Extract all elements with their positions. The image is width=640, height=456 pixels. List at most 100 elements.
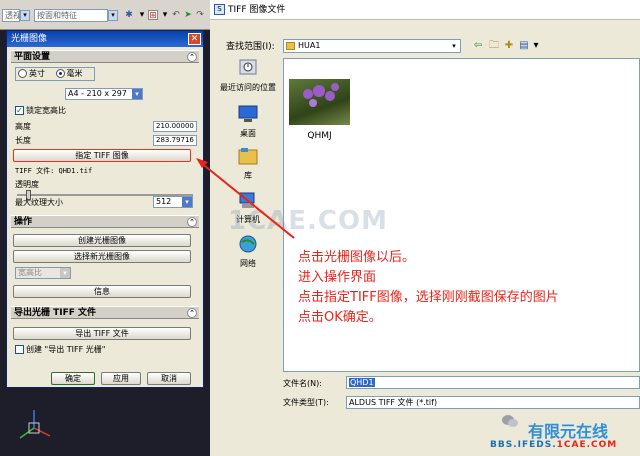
up-folder-icon[interactable]: 🗀 [488, 40, 500, 52]
new-folder-icon[interactable]: ✚ [503, 40, 515, 52]
annotation-line-1: 点击光栅图像以后。 [298, 250, 416, 265]
close-icon[interactable]: ✕ [188, 33, 201, 45]
place-library-label: 库 [244, 171, 252, 180]
annotation-line-2: 进入操作界面 [298, 270, 377, 285]
file-type-label: 文件类型(T): [283, 398, 329, 407]
place-desktop[interactable]: 桌面 [216, 104, 280, 139]
chevron-up-icon[interactable]: ⌃ [187, 217, 197, 227]
chevron-up-icon[interactable]: ⌃ [187, 52, 197, 62]
snap-icon[interactable]: ⊞ [148, 10, 158, 21]
height-field[interactable]: 210.00000 [153, 121, 197, 132]
cursor-icon[interactable]: ➤ [183, 10, 193, 20]
annotation-text: 点击光栅图像以后。 进入操作界面 点击指定TIFF图像，选择刚刚截图保存的图片 … [298, 248, 638, 328]
place-network-label: 网络 [240, 259, 256, 268]
max-texture-label: 最大纹理大小 [15, 198, 63, 207]
app-toolbar: 透视 ▾ 按面和特征 ▾ ✱ ▾ ⊞ ▾ ↶ ➤ ↷ [0, 0, 210, 30]
annotation-line-3: 点击指定TIFF图像，选择刚刚截图保存的图片 [298, 290, 559, 305]
create-export-label: 创建 "导出 TIFF 光栅" [26, 345, 106, 354]
apply-button[interactable]: 应用 [101, 372, 141, 385]
view-menu-icon[interactable]: ▤ [518, 40, 530, 52]
chevron-down-icon[interactable]: ▾ [108, 10, 118, 21]
select-new-raster-button[interactable]: 选择新光栅图像 [13, 250, 191, 263]
app-icon: S [214, 4, 225, 15]
place-recent-label: 最近访问的位置 [220, 83, 276, 92]
aspect-select: 宽高比 ▾ [15, 267, 71, 279]
file-name-value: QHD1 [349, 378, 375, 387]
paper-size-select[interactable]: A4 - 210 x 297 ▾ [65, 88, 143, 100]
radio-selected-icon [55, 69, 65, 78]
file-name-input[interactable]: QHD1 [346, 376, 640, 389]
section-ops[interactable]: 操作 ⌃ [11, 215, 199, 228]
tiff-file-label: TIFF 文件: QHD1.tif [15, 167, 93, 175]
recent-places-icon [239, 59, 257, 75]
chevron-down-icon[interactable]: ▾ [530, 40, 542, 52]
view-combo[interactable]: 透视 [2, 9, 20, 22]
redo-icon[interactable]: ↷ [195, 10, 205, 20]
chevron-up-icon[interactable]: ⌃ [187, 308, 197, 318]
unit-mm-label: 毫米 [66, 69, 83, 78]
place-recent[interactable]: 最近访问的位置 [216, 58, 280, 93]
raster-panel-title-text: 光栅图像 [11, 34, 48, 44]
section-ops-label: 操作 [14, 217, 33, 227]
logo-site: BBS.IFEDS.1CAE.COM [490, 440, 617, 450]
section-export-label: 导出光栅 TIFF 文件 [14, 308, 97, 318]
section-plane[interactable]: 平面设置 ⌃ [11, 50, 199, 63]
axis-triad-icon [19, 410, 51, 439]
raster-panel: 光栅图像 ✕ 平面设置 ⌃ 英寸 毫米 A4 - 210 x 297 ▾ ✓ 锁定… [6, 30, 204, 388]
place-library[interactable]: 库 [216, 146, 280, 181]
chevron-down-icon[interactable]: ▾ [132, 89, 142, 99]
export-tiff-button[interactable]: 导出 TIFF 文件 [13, 327, 191, 340]
desktop-icon [238, 105, 258, 122]
create-raster-button[interactable]: 创建光栅图像 [13, 234, 191, 247]
lock-ratio-checkbox[interactable]: ✓ 锁定宽高比 [15, 105, 66, 116]
file-item-name[interactable]: QHMJ [289, 131, 350, 141]
max-texture-select[interactable]: 512 ▾ [153, 196, 193, 208]
chevron-down-icon[interactable]: ▾ [160, 10, 170, 20]
site-logo: 有限元在线 BBS.IFEDS.1CAE.COM [490, 418, 638, 454]
annotation-line-4: 点击OK确定。 [298, 310, 382, 325]
lock-ratio-label: 锁定宽高比 [26, 106, 66, 115]
unit-inch-label: 英寸 [29, 69, 45, 78]
radio-icon [18, 69, 27, 78]
dialog-title-text: TIFF 图像文件 [228, 5, 286, 15]
chevron-down-icon[interactable]: ▾ [182, 197, 192, 207]
dialog-title: S TIFF 图像文件 [210, 0, 640, 20]
check-icon: ✓ [15, 106, 24, 115]
cancel-button[interactable]: 取消 [147, 372, 191, 385]
create-export-checkbox[interactable]: 创建 "导出 TIFF 光栅" [15, 344, 105, 355]
look-in-value: HUA1 [298, 41, 321, 50]
filter-combo[interactable]: 按面和特征 [34, 9, 108, 22]
chevron-down-icon[interactable]: ▾ [137, 10, 147, 20]
network-icon [239, 235, 257, 253]
length-field[interactable]: 283.79716 [153, 135, 197, 146]
chevron-down-icon[interactable]: ▾ [449, 41, 459, 51]
section-export[interactable]: 导出光栅 TIFF 文件 ⌃ [11, 306, 199, 319]
section-plane-label: 平面设置 [14, 52, 51, 62]
unit-mm-radio[interactable]: 毫米 [55, 69, 83, 78]
units-group: 英寸 毫米 [15, 67, 95, 81]
file-name-label: 文件名(N): [283, 379, 322, 388]
max-texture-value: 512 [156, 197, 172, 206]
unit-inch-radio[interactable]: 英寸 [18, 69, 45, 78]
length-label: 长度 [15, 136, 31, 145]
back-icon[interactable]: ⇦ [472, 40, 484, 52]
place-network[interactable]: 网络 [216, 234, 280, 269]
gear-icon[interactable]: ✱ [124, 10, 134, 20]
raster-panel-title: 光栅图像 ✕ [7, 31, 203, 47]
ok-button[interactable]: 确定 [51, 372, 95, 385]
info-button[interactable]: 信息 [13, 285, 191, 298]
file-type-combo[interactable]: ALDUS TIFF 文件 (*.tif) [346, 396, 640, 409]
undo-icon[interactable]: ↶ [171, 10, 181, 20]
chevron-down-icon[interactable]: ▾ [20, 10, 30, 21]
transparency-label: 透明度 [15, 180, 39, 189]
aspect-select-value: 宽高比 [18, 268, 42, 277]
chevron-down-icon: ▾ [60, 268, 70, 278]
file-item-thumbnail[interactable] [289, 79, 350, 125]
library-icon [238, 148, 258, 165]
look-in-label: 查找范围(I): [226, 42, 275, 52]
look-in-combo[interactable]: HUA1 ▾ [283, 39, 461, 53]
place-desktop-label: 桌面 [240, 129, 256, 138]
folder-icon [286, 42, 295, 50]
logo-site-suffix: 1CAE.COM [556, 440, 618, 450]
specify-tiff-button[interactable]: 指定 TIFF 图像 [13, 149, 191, 162]
